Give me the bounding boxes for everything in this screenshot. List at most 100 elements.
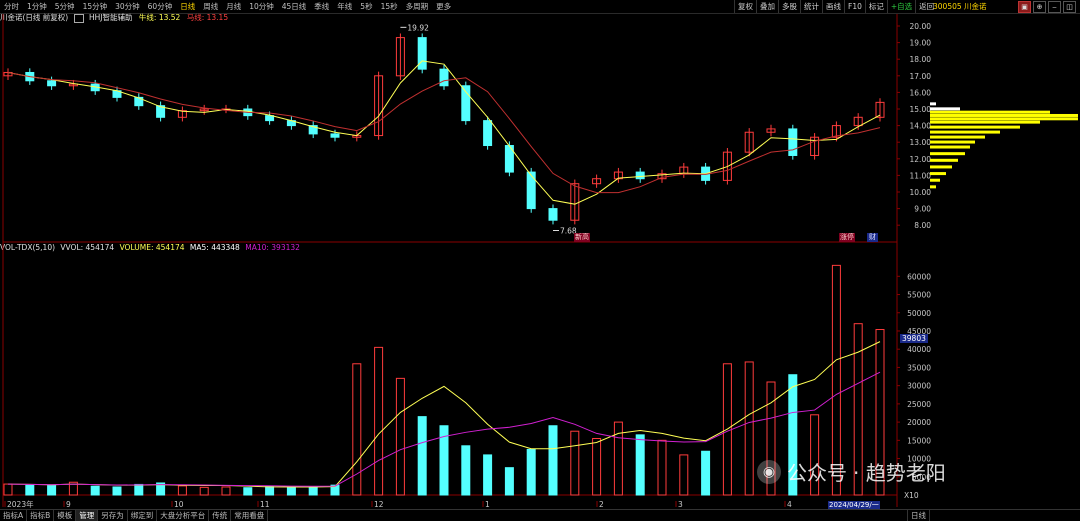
stock-chart[interactable]: 20.0019.0018.0017.0016.0015.0014.0013.00…	[0, 0, 1080, 520]
candle-body	[134, 96, 144, 107]
settings-icon[interactable]: ◫	[1063, 1, 1076, 13]
volume-axis-label: 25000	[907, 400, 931, 409]
volume-axis-label: 35000	[907, 363, 931, 372]
chip-distribution-bar	[930, 107, 960, 111]
zoom-icon[interactable]: ⊕	[1033, 1, 1046, 13]
candle-body	[112, 90, 122, 98]
bottom-tab[interactable]: 大盘分析平台	[157, 510, 210, 521]
checkbox-icon[interactable]	[73, 13, 84, 23]
date-axis-label: 11	[260, 500, 270, 509]
bottom-tab[interactable]: 常用看盘	[231, 510, 269, 521]
overlay-button[interactable]: 叠加	[756, 0, 778, 13]
period-tab[interactable]: 10分钟	[245, 0, 278, 13]
adjust-button[interactable]: 复权	[734, 0, 756, 13]
chip-distribution-bar	[930, 102, 936, 106]
candle-body	[526, 171, 536, 210]
volume-ma10-line	[7, 371, 881, 487]
volume-bar	[374, 346, 384, 496]
bottom-tab[interactable]: 指标A	[0, 510, 28, 521]
period-tab[interactable]: 5秒	[356, 0, 376, 13]
candle-body	[722, 151, 732, 181]
stats-button[interactable]: 统计	[800, 0, 822, 13]
period-tab[interactable]: 5分钟	[51, 0, 79, 13]
bottom-tab[interactable]: 管理	[76, 510, 99, 521]
price-axis-label: 16.00	[910, 88, 932, 97]
volume-bar	[177, 485, 187, 496]
volume-bar	[548, 425, 558, 496]
bottom-tabbar: 指标A 指标B 模板 管理 另存为 绑定到 大盘分析平台 传统 常用看盘 日线	[0, 509, 1080, 521]
volume-bar	[199, 486, 209, 496]
minimize-icon[interactable]: ‒	[1048, 1, 1061, 13]
bottom-tab[interactable]: 另存为	[98, 510, 128, 521]
candle-body	[243, 108, 253, 117]
candle-body	[352, 135, 362, 138]
chip-distribution-bar	[930, 113, 1078, 117]
volume-indicator-name: VOL-TDX(5,10)	[0, 243, 56, 252]
candle-body	[221, 108, 231, 111]
chip-distribution-bar	[930, 165, 952, 169]
volume-axis-label: 40000	[907, 345, 931, 354]
bottom-tab[interactable]: 指标B	[27, 510, 55, 521]
volume-bar	[744, 361, 754, 496]
candle-body	[483, 120, 493, 147]
period-tab[interactable]: 多周期	[402, 0, 433, 13]
candle-body	[374, 75, 384, 137]
candle-body	[156, 105, 166, 118]
period-tab[interactable]: 15分钟	[79, 0, 112, 13]
tool-buttons: 复权 叠加 多股 统计 画线 F10 标记 +自选 返回	[734, 0, 937, 13]
mark-button[interactable]: 标记	[864, 0, 887, 13]
volume-info-bar: VOL-TDX(5,10) VVOL: 454174 VOLUME: 45417…	[0, 243, 300, 253]
period-tab[interactable]: 分时	[0, 0, 23, 13]
candle-body	[25, 71, 35, 82]
volume-bar	[679, 454, 689, 496]
period-tab[interactable]: 1分钟	[23, 0, 51, 13]
date-cursor-label: 2024/04/29/一	[828, 501, 880, 509]
watermark-channel: 公众号	[787, 461, 847, 485]
candle-body	[810, 136, 820, 156]
period-tab[interactable]: 年线	[333, 0, 356, 13]
volume-bar	[592, 438, 602, 496]
candle-body	[592, 178, 602, 185]
bottom-tab[interactable]: 绑定到	[128, 510, 158, 521]
multi-stock-button[interactable]: 多股	[778, 0, 800, 13]
price-axis-label: 8.00	[914, 221, 931, 230]
volume-bar	[156, 482, 166, 496]
restore-icon[interactable]: ▣	[1018, 1, 1031, 13]
price-info-bar: 川金诺(日线 前复权) HHJ智能辅助 牛线: 13.52 马线: 13.15	[0, 13, 228, 23]
ma5-value: MA5: 443348	[189, 243, 240, 252]
period-tab[interactable]: 15秒	[377, 0, 402, 13]
volume-bar	[265, 485, 275, 496]
volume-bar	[722, 363, 732, 496]
candle-body	[613, 171, 623, 180]
volume-bar	[701, 450, 711, 496]
volume-bar	[68, 481, 78, 496]
volume-bar	[112, 486, 122, 496]
candle-body	[199, 108, 209, 112]
candle-body	[657, 173, 667, 180]
volume-bar	[90, 485, 100, 496]
chip-distribution-bar	[930, 110, 1050, 114]
period-tab[interactable]: 周线	[199, 0, 222, 13]
candle-body	[461, 85, 471, 122]
price-axis-label: 9.00	[914, 205, 931, 214]
date-axis-label: 10	[174, 500, 184, 509]
chip-distribution-bar	[930, 178, 940, 182]
period-tab[interactable]: 30分钟	[111, 0, 144, 13]
f10-button[interactable]: F10	[844, 0, 865, 13]
draw-line-button[interactable]: 画线	[822, 0, 844, 13]
add-watchlist-button[interactable]: +自选	[886, 0, 915, 13]
period-tab[interactable]: 月线	[222, 0, 245, 13]
period-tab[interactable]: 季线	[310, 0, 333, 13]
price-axis-label: 15.00	[910, 105, 932, 114]
volume-bar	[25, 484, 35, 496]
bottom-tab[interactable]: 传统	[209, 510, 232, 521]
period-tab[interactable]: 45日线	[278, 0, 311, 13]
candle-body	[417, 37, 427, 70]
period-tab-daily[interactable]: 日线	[176, 0, 199, 13]
bottom-tab[interactable]: 模板	[54, 510, 77, 521]
date-axis-label: 4	[787, 500, 792, 509]
period-tab[interactable]: 60分钟	[144, 0, 177, 13]
volume-bar	[526, 448, 536, 496]
chip-distribution-bar	[930, 152, 965, 156]
period-tab-more[interactable]: 更多	[432, 0, 455, 13]
